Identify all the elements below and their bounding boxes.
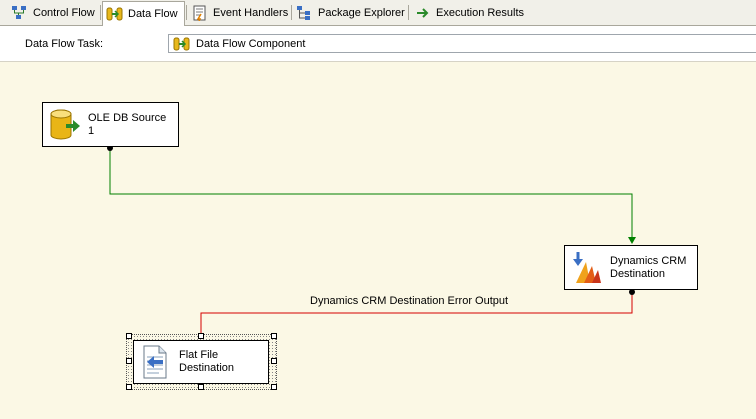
component-name-line2: Destination — [179, 362, 235, 374]
resize-handle-e[interactable] — [271, 358, 277, 364]
data-flow-task-label: Data Flow Task: — [25, 38, 104, 50]
tab-separator — [186, 5, 187, 20]
error-output-path-label[interactable]: Dynamics CRM Destination Error Output — [310, 295, 508, 307]
tab-package-explorer[interactable]: Package Explorer — [293, 2, 407, 24]
success-path-line — [109, 148, 633, 238]
tab-label: Execution Results — [436, 7, 525, 19]
component-name-line2: 1 — [88, 124, 95, 137]
data-flow-icon — [173, 37, 191, 51]
dynamics-crm-destination-component[interactable]: Dynamics CRM Destination — [564, 245, 698, 290]
component-name-line1: Dynamics CRM — [610, 254, 687, 267]
flat-file-icon — [139, 344, 173, 380]
resize-handle-n[interactable] — [198, 333, 204, 339]
ole-db-source-component[interactable]: OLE DB Source 1 — [42, 102, 179, 147]
data-flow-design-surface[interactable]: OLE DB Source 1 Dynamics CRM Destination… — [0, 62, 756, 419]
tab-separator — [100, 5, 101, 20]
data-flow-task-value: Data Flow Component — [196, 37, 306, 50]
resize-handle-se[interactable] — [271, 384, 277, 390]
data-flow-icon — [106, 6, 124, 22]
tab-label: Event Handlers — [213, 7, 289, 19]
resize-handle-s[interactable] — [198, 384, 204, 390]
data-flow-task-bar: Data Flow Task: Data Flow Component — [0, 26, 756, 62]
flat-file-destination-component[interactable]: Flat File Destination — [133, 340, 269, 384]
tab-event-handlers[interactable]: Event Handlers — [188, 2, 290, 24]
resize-handle-sw[interactable] — [126, 384, 132, 390]
component-label: OLE DB Source 1 — [88, 112, 166, 138]
tab-separator — [291, 5, 292, 20]
database-source-icon — [48, 107, 82, 143]
data-flow-task-select[interactable]: Data Flow Component — [168, 34, 756, 53]
tab-label: Package Explorer — [318, 7, 405, 19]
tab-control-flow[interactable]: Control Flow — [8, 2, 99, 24]
resize-handle-nw[interactable] — [126, 333, 132, 339]
tab-label: Data Flow — [128, 8, 178, 20]
control-flow-icon — [11, 5, 29, 21]
component-label: Dynamics CRM Destination — [610, 255, 686, 281]
package-explorer-icon — [296, 5, 314, 21]
execution-results-icon — [414, 5, 432, 21]
resize-handle-w[interactable] — [126, 358, 132, 364]
component-name-line1: Flat File — [179, 349, 219, 361]
tab-data-flow[interactable]: Data Flow — [102, 1, 185, 26]
tab-execution-results[interactable]: Execution Results — [411, 2, 531, 24]
component-label: Flat File Destination — [179, 349, 234, 375]
component-name-line1: OLE DB Source — [88, 111, 167, 124]
component-name-line2: Destination — [610, 267, 666, 280]
event-handlers-icon — [191, 5, 209, 22]
success-path-arrow — [628, 237, 636, 244]
tab-separator — [408, 5, 409, 20]
resize-handle-ne[interactable] — [271, 333, 277, 339]
tab-label: Control Flow — [33, 7, 95, 19]
dynamics-crm-icon — [570, 250, 604, 286]
designer-tab-bar: Control Flow Data Flow Event Handlers Pa… — [0, 0, 756, 26]
